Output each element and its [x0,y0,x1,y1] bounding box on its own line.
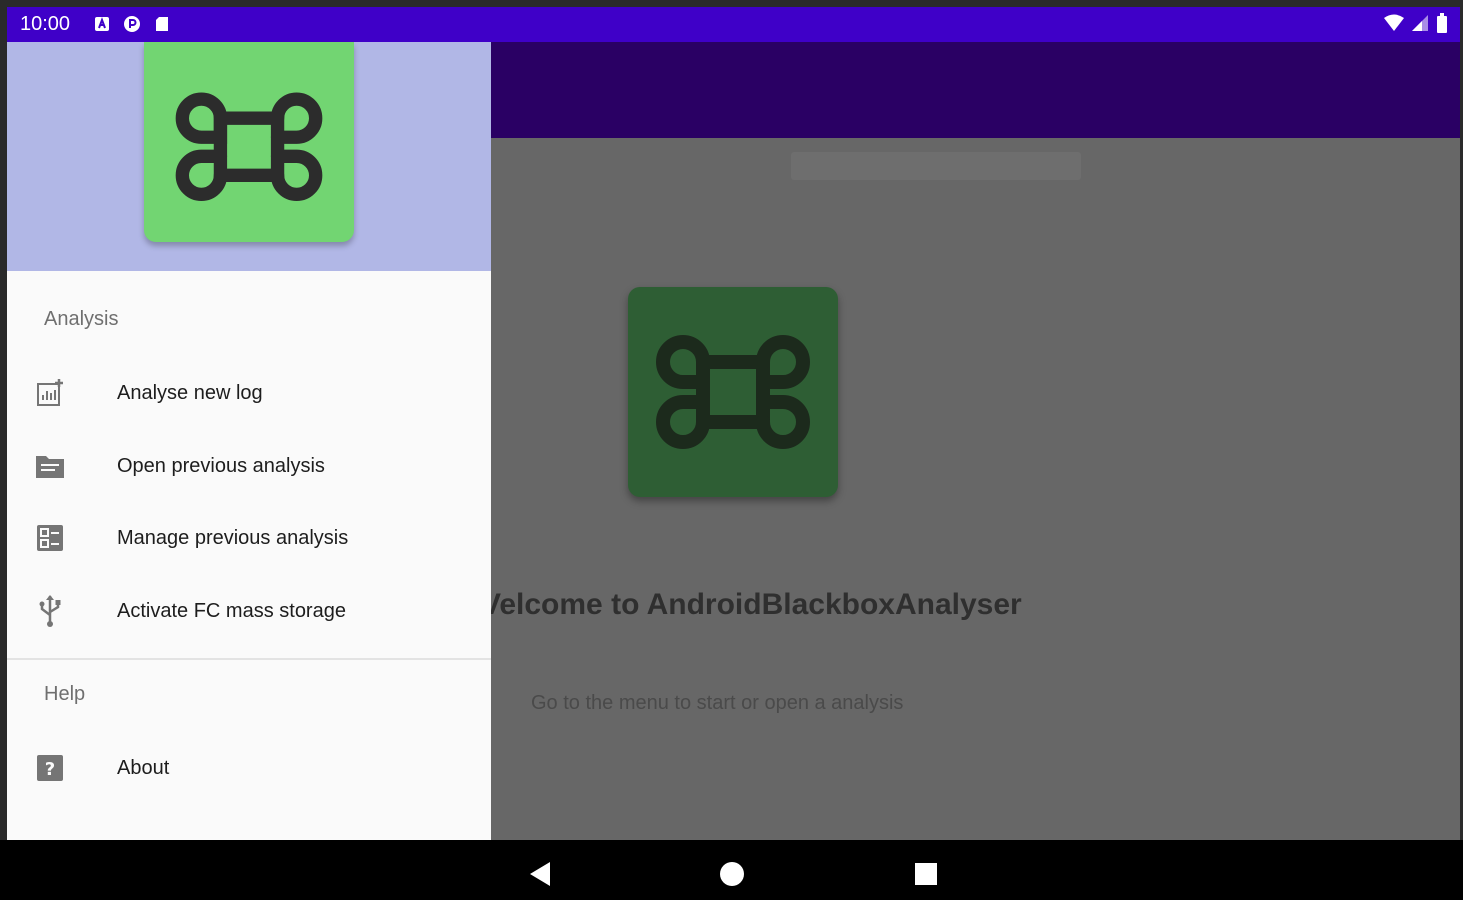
sd-card-icon [156,17,168,31]
app-bar [491,42,1460,138]
battery-icon [1437,13,1447,33]
menu-item-manage-previous-analysis[interactable]: Manage previous analysis [7,508,491,568]
chart-add-icon [34,377,66,409]
wifi-icon [1384,14,1404,31]
status-notification-icons [93,15,171,33]
recents-square-icon [915,863,937,885]
status-time: 10:00 [20,13,71,35]
faded-placeholder [791,152,1081,180]
usb-icon [34,595,66,627]
menu-label: Open previous analysis [117,454,325,477]
cell-signal-icon [1412,15,1428,31]
command-key-icon [656,335,810,449]
menu-label: Activate FC mass storage [117,599,346,622]
help-icon: ? [34,752,66,784]
notification-a-icon [95,17,109,31]
back-triangle-icon [530,862,550,886]
app-logo-main [628,287,838,497]
device-frame: 10:00 Velcome to AndroidBlackboxAnalyser… [0,0,1463,900]
menu-item-open-previous-analysis[interactable]: Open previous analysis [7,436,491,496]
system-navigation-bar [0,840,1463,900]
command-key-icon [175,92,323,202]
welcome-subtitle: Go to the menu to start or open a analys… [531,692,904,714]
status-system-icons [1384,13,1448,33]
status-bar: 10:00 [7,7,1460,42]
home-circle-icon [720,862,744,886]
welcome-title: Velcome to AndroidBlackboxAnalyser [481,588,1022,621]
drawer-divider [7,658,491,660]
menu-item-about[interactable]: ? About [7,738,491,798]
navigation-drawer: Analysis Analyse new log Open previous a… [7,42,491,840]
menu-label: About [117,756,170,779]
back-button[interactable] [526,860,554,888]
menu-label: Analyse new log [117,381,263,404]
main-content: Velcome to AndroidBlackboxAnalyser Go to… [481,42,1460,840]
menu-item-analyse-new-log[interactable]: Analyse new log [7,363,491,423]
svg-text:?: ? [45,759,55,780]
recents-button[interactable] [912,860,940,888]
notification-p-icon [124,16,140,32]
drawer-header [7,42,491,271]
section-help: Help [44,683,86,705]
menu-item-activate-fc-mass-storage[interactable]: Activate FC mass storage [7,581,491,641]
folder-icon [34,450,66,482]
menu-label: Manage previous analysis [117,526,349,549]
home-button[interactable] [718,860,746,888]
app-logo-header [144,42,354,242]
checklist-icon [34,522,66,554]
section-analysis: Analysis [44,308,119,330]
